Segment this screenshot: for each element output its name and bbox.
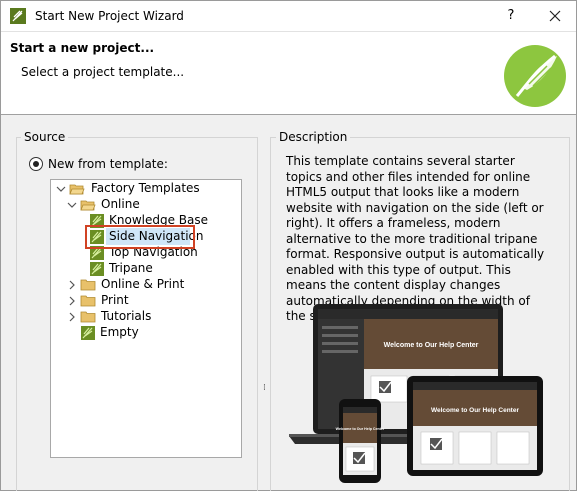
- template-description: This template contains several starter t…: [286, 154, 545, 323]
- tree-node-print[interactable]: Print: [67, 293, 227, 309]
- source-group-label: Source: [21, 130, 69, 144]
- tree-node-label: Tutorials: [101, 309, 152, 323]
- close-icon[interactable]: [544, 5, 566, 27]
- folder-icon: [80, 279, 96, 291]
- chevron-right-icon[interactable]: [67, 309, 77, 325]
- window-title: Start New Project Wizard: [35, 9, 184, 23]
- highlight-outline: [85, 225, 195, 249]
- chevron-right-icon[interactable]: [67, 293, 77, 309]
- page-title: Start a new project...: [10, 41, 155, 55]
- tree-node-label: Online & Print: [101, 277, 185, 291]
- description-group-label: Description: [276, 130, 351, 144]
- tree-node-online[interactable]: Online: [67, 197, 227, 213]
- responsive-devices-preview: Welcome to Our Help Center Welcome to Ou…: [289, 304, 543, 483]
- desktop-heading: Welcome to Our Help Center: [384, 342, 479, 349]
- flare-feather-icon: [10, 8, 26, 24]
- tree-node-label: Online: [101, 197, 140, 211]
- chevron-down-icon[interactable]: [67, 197, 77, 213]
- new-from-template-label[interactable]: New from template:: [48, 157, 168, 171]
- chevron-down-icon[interactable]: [56, 181, 66, 197]
- tree-node-label: Empty: [100, 325, 139, 339]
- template-icon: [81, 326, 95, 340]
- tree-node-online-and-print[interactable]: Online & Print: [67, 277, 227, 293]
- tree-node-factory-templates[interactable]: Factory Templates: [56, 181, 226, 197]
- tree-node-tripane[interactable]: Tripane: [89, 261, 209, 277]
- tree-node-empty[interactable]: Empty: [80, 325, 220, 341]
- phone-heading: Welcome to Our Help Center: [336, 427, 385, 431]
- folder-icon: [80, 295, 96, 307]
- tree-node-label: Factory Templates: [91, 181, 200, 195]
- tablet-heading: Welcome to Our Help Center: [431, 407, 519, 414]
- chevron-right-icon[interactable]: [67, 277, 77, 293]
- phone-preview: Welcome to Our Help Center: [336, 399, 385, 483]
- template-icon: [90, 262, 104, 276]
- folder-open-icon: [69, 184, 85, 195]
- tree-node-label: Print: [101, 293, 129, 307]
- folder-open-icon: [80, 200, 96, 211]
- wizard-window: Start New Project Wizard ? Start a new p…: [0, 0, 577, 491]
- new-from-template-radio[interactable]: [29, 157, 43, 171]
- help-button[interactable]: ?: [500, 5, 522, 27]
- flare-feather-logo: [504, 45, 566, 107]
- pane-splitter-handle[interactable]: ⁞: [263, 383, 266, 393]
- title-bar: Start New Project Wizard ?: [1, 1, 576, 31]
- tree-node-tutorials[interactable]: Tutorials: [67, 309, 227, 325]
- wizard-header: Start a new project... Select a project …: [1, 31, 576, 115]
- tablet-preview: Welcome to Our Help Center: [407, 376, 543, 476]
- page-subtitle: Select a project template...: [21, 65, 185, 79]
- folder-icon: [80, 311, 96, 323]
- tree-node-label: Tripane: [109, 261, 153, 275]
